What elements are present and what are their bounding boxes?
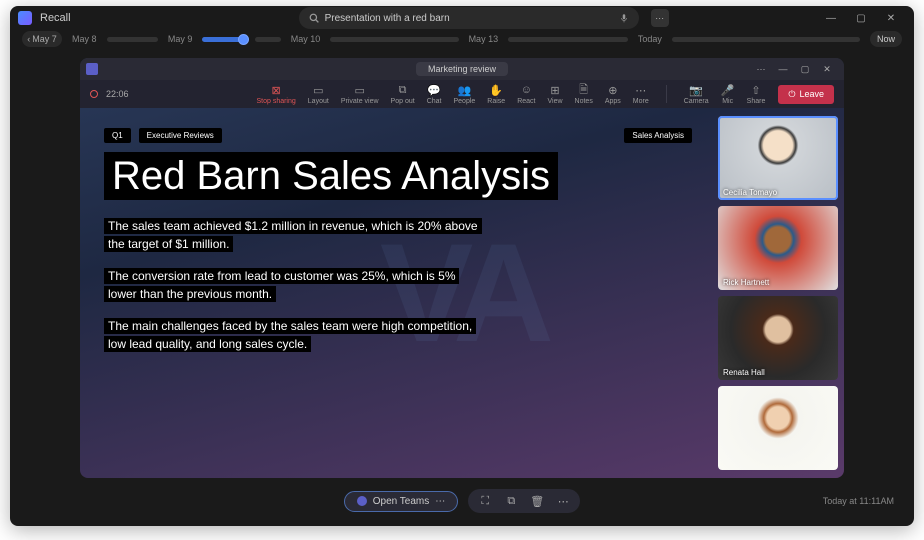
leave-button[interactable]: ⏻ Leave [778,85,834,104]
timeline-label: Today [638,34,662,44]
view-button[interactable]: ⊞View [542,81,567,107]
timeline-segment[interactable] [330,37,458,42]
timeline-label: May 10 [291,34,321,44]
more-icon: ⋯ [634,83,648,97]
share-icon: ⇧ [749,83,763,97]
pop-out-button[interactable]: ⧉Pop out [386,81,420,107]
copy-icon[interactable]: ⧉ [502,492,520,510]
dropdown-icon: ⋯ [435,496,445,507]
timeline-segment[interactable] [508,37,628,42]
teams-close-button[interactable]: ✕ [816,60,838,78]
open-app-button[interactable]: Open Teams ⋯ [344,491,459,512]
search-icon [309,13,319,23]
teams-minimize-button[interactable]: — [772,60,794,78]
slide-tag-topic: Sales Analysis [624,128,692,143]
react-icon: ☺ [519,83,533,97]
close-button[interactable]: ✕ [876,6,906,30]
notes-button[interactable]: 🗎Notes [570,81,598,107]
teams-titlebar: Marketing review ⋯ — ▢ ✕ [80,58,844,80]
camera-icon: 📷 [689,83,703,97]
screenshot-icon[interactable]: ⛶ [476,492,494,510]
people-icon: 👥 [457,83,471,97]
notes-icon: 🗎 [577,83,591,97]
timeline-label: May 13 [469,34,499,44]
teams-snapshot: Marketing review ⋯ — ▢ ✕ 22:06 ⊠Stop sha… [80,58,844,478]
leave-icon: ⏻ [788,89,795,100]
more-button[interactable]: ⋯More [628,81,654,107]
participant-tile[interactable] [718,386,838,470]
private-view-icon: ▭ [353,83,367,97]
minimize-button[interactable]: — [816,6,846,30]
more-icon[interactable]: ⋯ [554,492,572,510]
bottom-toolbar: Open Teams ⋯ ⛶ ⧉ 🗑 ⋯ Today at 11:11AM [10,486,914,516]
apps-icon: ⊕ [606,83,620,97]
slide-paragraph: The sales team achieved $1.2 million in … [104,217,484,253]
chat-icon: 💬 [427,83,441,97]
participant-strip: Cecilia Tomayo Rick Hartnett Renata Hall [716,108,844,478]
raise-button[interactable]: ✋Raise [482,81,510,107]
view-icon: ⊞ [548,83,562,97]
search-input[interactable] [325,13,613,24]
layout-button[interactable]: ▭Layout [303,81,334,107]
window-controls: — ▢ ✕ [816,6,906,30]
layout-icon: ▭ [311,83,325,97]
raise-icon: ✋ [489,83,503,97]
chat-button[interactable]: 💬Chat [422,81,447,107]
teams-toolbar: 22:06 ⊠Stop sharing▭Layout▭Private view⧉… [80,80,844,108]
app-title: Recall [40,12,71,24]
search-box[interactable] [299,7,639,29]
timeline-segment[interactable] [672,37,860,42]
mic-icon: 🎤 [721,83,735,97]
titlebar: Recall ⋯ — ▢ ✕ [10,6,914,30]
timeline-segment[interactable] [107,37,158,42]
share-button[interactable]: ⇧Share [742,81,771,107]
meeting-title: Marketing review [416,62,508,76]
slide-paragraph: The conversion rate from lead to custome… [104,267,484,303]
stop-sharing-button[interactable]: ⊠Stop sharing [251,81,300,107]
snapshot-timestamp: Today at 11:11AM [823,496,894,506]
delete-icon[interactable]: 🗑 [528,492,546,510]
timeline-now-button[interactable]: Now [870,31,902,47]
timeline[interactable]: ‹May 7 May 8 May 9 May 10 May 13 Today N… [10,30,914,48]
microphone-icon[interactable] [619,13,629,23]
slide-tag-quarter: Q1 [104,128,131,143]
react-button[interactable]: ☺React [512,81,540,107]
timeline-segment-active[interactable] [202,37,245,42]
shared-slide: Q1 Executive Reviews Sales Analysis Red … [80,108,716,478]
slide-paragraph: The main challenges faced by the sales t… [104,317,484,353]
teams-maximize-button[interactable]: ▢ [794,60,816,78]
private-view-button[interactable]: ▭Private view [336,81,384,107]
pop-out-icon: ⧉ [396,83,410,97]
slide-title: Red Barn Sales Analysis [104,153,692,199]
content-area: Marketing review ⋯ — ▢ ✕ 22:06 ⊠Stop sha… [10,48,914,526]
maximize-button[interactable]: ▢ [846,6,876,30]
search-more-button[interactable]: ⋯ [651,9,669,27]
timeline-label: May 8 [72,34,97,44]
timeline-segment[interactable] [255,37,281,42]
teams-app-icon [357,496,367,506]
stop-sharing-icon: ⊠ [269,83,283,97]
meeting-duration: 22:06 [106,89,129,99]
slide-tag-section: Executive Reviews [139,128,222,143]
timeline-prev-button[interactable]: ‹May 7 [22,31,62,47]
meeting-body: VA Q1 Executive Reviews Sales Analysis R… [80,108,844,478]
camera-button[interactable]: 📷Camera [679,81,714,107]
app-icon [18,11,32,25]
recording-icon [90,90,98,98]
teams-logo-icon [86,63,98,75]
timeline-handle[interactable] [238,34,249,45]
mic-button[interactable]: 🎤Mic [716,81,740,107]
participant-tile[interactable]: Cecilia Tomayo [718,116,838,200]
recall-window: Recall ⋯ — ▢ ✕ ‹May 7 May 8 May 9 May 10… [10,6,914,526]
participant-tile[interactable]: Renata Hall [718,296,838,380]
timeline-label: May 9 [168,34,193,44]
people-button[interactable]: 👥People [448,81,480,107]
participant-tile[interactable]: Rick Hartnett [718,206,838,290]
teams-more-icon[interactable]: ⋯ [750,60,772,78]
apps-button[interactable]: ⊕Apps [600,81,626,107]
snapshot-actions: ⛶ ⧉ 🗑 ⋯ [468,489,580,513]
